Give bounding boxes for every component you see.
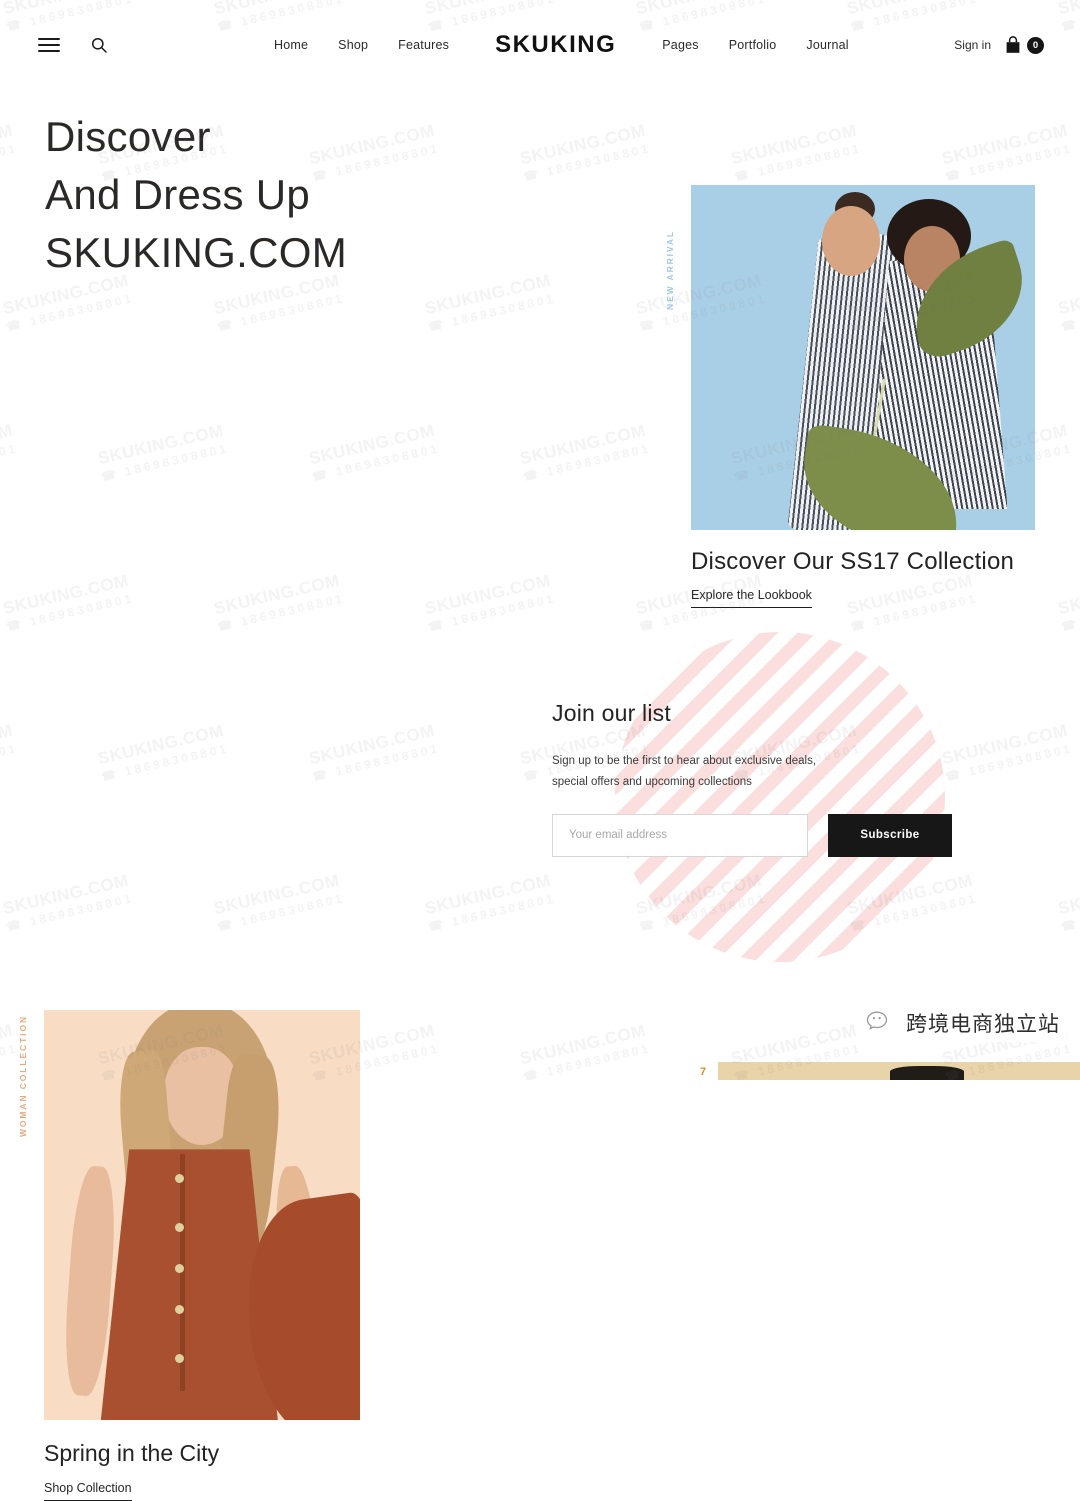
watermark-phone: ☎ 18698308801 (215, 891, 347, 935)
watermark-tile: SKUKING.COM☎ 18698308801 (422, 570, 558, 635)
wechat-glyph (866, 1011, 888, 1030)
watermark-domain: SKUKING.COM (1, 870, 131, 919)
newsletter-form: Subscribe (552, 813, 972, 857)
watermark-tile: SKUKING.COM☎ 18698308801 (1055, 570, 1080, 635)
watermark-phone: ☎ 18698308801 (1059, 591, 1080, 635)
watermark-tile: SKUKING.COM☎ 18698308801 (844, 570, 980, 635)
watermark-tile: SKUKING.COM☎ 18698308801 (1055, 870, 1080, 935)
site-header: Home Shop Features SKUKING Pages Portfol… (0, 0, 1080, 90)
watermark-phone: ☎ 18698308801 (426, 891, 558, 935)
page-bottom-strip: 7 (0, 1062, 1080, 1080)
search-icon[interactable] (86, 32, 112, 58)
brand-logo[interactable]: SKUKING (495, 31, 616, 59)
hero-caption: Discover Our SS17 Collection (691, 548, 1015, 575)
watermark-domain: SKUKING.COM (212, 570, 342, 619)
watermark-tile: SKUKING.COM☎ 18698308801 (0, 570, 136, 635)
new-arrival-badge: NEW ARRIVAL (665, 230, 675, 310)
hero-model-left-head (821, 205, 880, 276)
watermark-phone: ☎ 18698308801 (426, 591, 558, 635)
wechat-icon (866, 1010, 896, 1036)
hamburger-icon[interactable] (36, 32, 62, 58)
cart-count-badge: 0 (1027, 36, 1044, 54)
subscribe-button[interactable]: Subscribe (828, 813, 952, 857)
sign-in-link[interactable]: Sign in (954, 38, 991, 52)
email-input[interactable] (552, 813, 808, 857)
nav-item-portfolio[interactable]: Portfolio (729, 38, 777, 52)
bottom-strip-mark: 7 (700, 1066, 707, 1078)
watermark-phone: ☎ 18698308801 (215, 591, 347, 635)
explore-lookbook-link[interactable]: Explore the Lookbook (691, 588, 812, 608)
bottom-strip-shape (890, 1066, 964, 1080)
wechat-account-name: 跨境电商独立站 (906, 1012, 1060, 1036)
watermark-tile: SKUKING.COM☎ 18698308801 (0, 720, 20, 784)
hamburger-glyph (38, 38, 60, 52)
hero-title-line-3: SKUKING.COM (45, 228, 347, 276)
watermark-phone: ☎ 18698308801 (0, 741, 20, 784)
watermark-domain: SKUKING.COM (423, 570, 553, 619)
primary-nav-right: Pages Portfolio Journal (662, 38, 849, 52)
header-left-controls (36, 32, 236, 58)
watermark-domain: SKUKING.COM (1, 570, 131, 619)
shop-collection-link[interactable]: Shop Collection (44, 1481, 132, 1501)
newsletter-section: Join our list Sign up to be the first to… (552, 700, 972, 857)
hero-section: Discover And Dress Up SKUKING.COM NEW AR… (0, 90, 1080, 608)
primary-nav-left: Home Shop Features (274, 38, 449, 52)
hero-title-line-2: And Dress Up (45, 170, 311, 218)
watermark-tile: SKUKING.COM☎ 18698308801 (95, 720, 231, 785)
header-account-area: Sign in 0 (954, 36, 1044, 54)
watermark-phone: ☎ 18698308801 (99, 741, 231, 785)
hero-title-line-1: Discover (45, 113, 211, 160)
watermark-tile: SKUKING.COM☎ 18698308801 (422, 870, 558, 935)
watermark-phone: ☎ 18698308801 (848, 591, 980, 635)
nav-item-home[interactable]: Home (274, 38, 308, 52)
watermark-domain: SKUKING.COM (1056, 870, 1080, 919)
watermark-phone: ☎ 18698308801 (4, 891, 136, 935)
nav-item-pages[interactable]: Pages (662, 38, 698, 52)
watermark-domain: SKUKING.COM (96, 720, 226, 769)
watermark-phone: ☎ 18698308801 (4, 591, 136, 635)
watermark-domain: SKUKING.COM (845, 570, 975, 619)
newsletter-description: Sign up to be the first to hear about ex… (552, 755, 817, 789)
watermark-tile: SKUKING.COM☎ 18698308801 (211, 870, 347, 935)
search-glyph (91, 37, 107, 53)
newsletter-title: Join our list (552, 700, 671, 726)
watermark-domain: SKUKING.COM (307, 720, 437, 769)
watermark-domain: SKUKING.COM (1056, 570, 1080, 619)
watermark-phone: ☎ 18698308801 (1059, 891, 1080, 935)
watermark-domain: SKUKING.COM (0, 720, 15, 769)
shopping-bag-icon (1006, 36, 1020, 53)
hero-title: Discover And Dress Up SKUKING.COM (45, 108, 347, 282)
nav-item-shop[interactable]: Shop (338, 38, 368, 52)
cart-button[interactable]: 0 (1005, 36, 1044, 54)
hero-product-image[interactable] (691, 185, 1035, 530)
watermark-tile: SKUKING.COM☎ 18698308801 (0, 870, 136, 935)
wechat-account-badge: 跨境电商独立站 (860, 1004, 1066, 1042)
watermark-tile: SKUKING.COM☎ 18698308801 (211, 570, 347, 635)
watermark-phone: ☎ 18698308801 (310, 741, 442, 785)
watermark-tile: SKUKING.COM☎ 18698308801 (306, 720, 442, 785)
watermark-domain: SKUKING.COM (212, 870, 342, 919)
nav-item-journal[interactable]: Journal (806, 38, 848, 52)
watermark-domain: SKUKING.COM (423, 870, 553, 919)
collection-caption: Spring in the City (44, 1440, 220, 1466)
nav-item-features[interactable]: Features (398, 38, 449, 52)
